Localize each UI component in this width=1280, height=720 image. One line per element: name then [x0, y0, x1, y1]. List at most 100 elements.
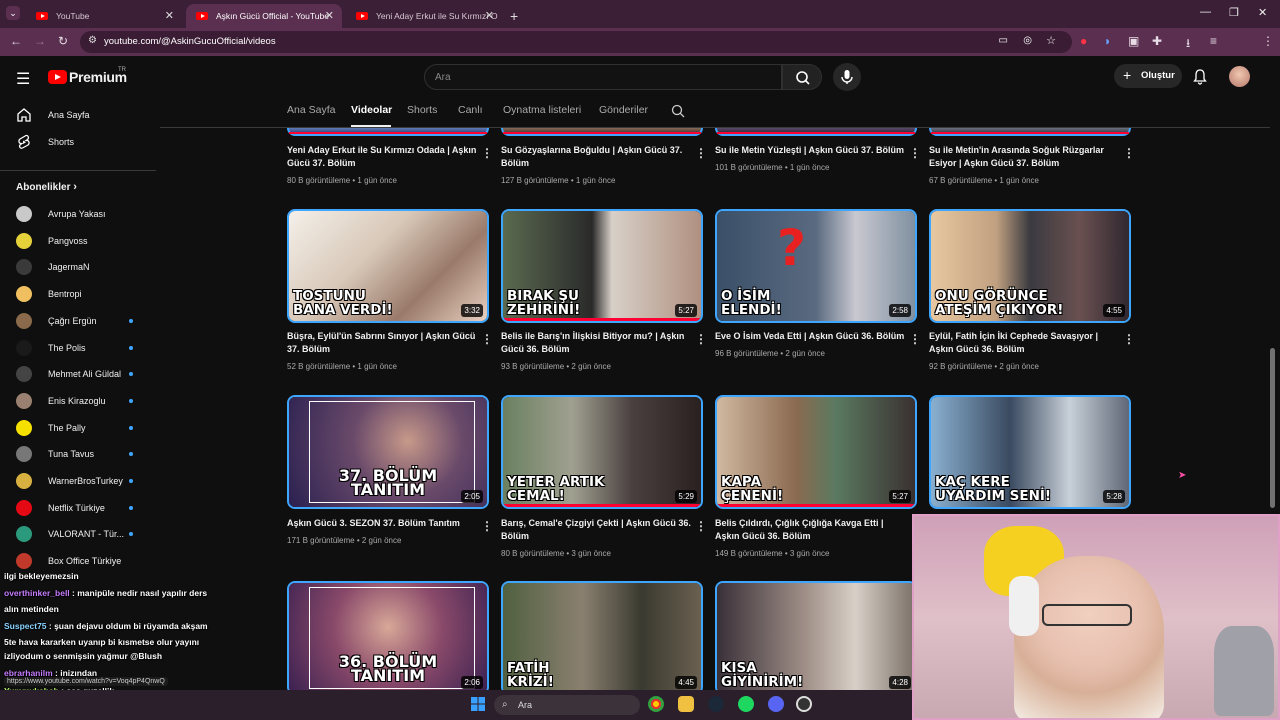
browser-tab-youtube[interactable]: YouTube ✕ [26, 4, 182, 28]
discord-icon[interactable] [768, 696, 784, 712]
search-input[interactable]: Ara [424, 64, 782, 90]
sidebar-item-subscription[interactable]: Box Office Türkiye [16, 552, 146, 572]
bookmark-star-icon[interactable]: ☆ [1046, 34, 1056, 47]
video-thumbnail[interactable]: YETER ARTIK CEMAL! 5:29 [501, 395, 703, 509]
youtube-logo-icon[interactable] [48, 70, 67, 84]
hamburger-menu-icon[interactable]: ☰ [16, 69, 30, 89]
video-thumbnail[interactable] [287, 128, 489, 136]
close-tab-icon[interactable]: ✕ [485, 9, 494, 22]
close-window-icon[interactable]: ✕ [1258, 6, 1267, 19]
video-more-icon[interactable]: ⋮ [695, 332, 707, 346]
sidebar-item-subscription[interactable]: VALORANT - Tür... [16, 525, 146, 545]
file-explorer-icon[interactable] [678, 696, 694, 712]
cast-icon[interactable]: ▭ [999, 35, 1008, 46]
video-more-icon[interactable]: ⋮ [1123, 146, 1135, 160]
account-avatar[interactable] [1229, 66, 1250, 87]
close-tab-icon[interactable]: ✕ [325, 9, 334, 22]
address-bar[interactable]: ⚙ youtube.com/@AskinGucuOfficial/videos … [80, 31, 1072, 53]
extensions-puzzle-icon[interactable]: ✚ [1152, 34, 1162, 48]
voice-search-button[interactable] [833, 63, 861, 91]
video-more-icon[interactable]: ⋮ [481, 146, 493, 160]
video-title[interactable]: Barış, Cemal'e Çizgiyi Çekti | Aşkın Güc… [501, 517, 691, 543]
spotify-icon[interactable] [738, 696, 754, 712]
tab-videos[interactable]: Videolar [351, 104, 392, 116]
channel-search-icon[interactable] [671, 104, 685, 118]
video-more-icon[interactable]: ⋮ [481, 519, 493, 533]
extension-red-icon[interactable]: ● [1080, 34, 1087, 48]
video-more-icon[interactable]: ⋮ [481, 332, 493, 346]
video-thumbnail[interactable]: BIRAK ŞU ZEHİRİNİ! 5:27 [501, 209, 703, 323]
site-info-icon[interactable]: ⚙ [88, 35, 97, 46]
video-thumbnail[interactable] [715, 128, 917, 136]
video-thumbnail[interactable]: KAPA ÇENENİ! 5:27 [715, 395, 917, 509]
video-title[interactable]: Yeni Aday Erkut ile Su Kırmızı Odada | A… [287, 144, 477, 170]
video-thumbnail[interactable]: TOSTUNU BANA VERDİ! 3:32 [287, 209, 489, 323]
video-thumbnail[interactable]: 36. BÖLÜM TANITIM 2:06 [287, 581, 489, 695]
close-tab-icon[interactable]: ✕ [165, 9, 174, 22]
video-thumbnail[interactable]: FATİH KRİZİ! 4:45 [501, 581, 703, 695]
maximize-icon[interactable]: ❐ [1229, 6, 1239, 19]
new-tab-icon[interactable]: + [510, 8, 518, 28]
sidebar-item-subscription[interactable]: Netflix Türkiye [16, 499, 146, 519]
notifications-bell-icon[interactable] [1192, 68, 1208, 85]
video-thumbnail[interactable]: ? O İSİM ELENDİ! 2:58 [715, 209, 917, 323]
video-thumbnail[interactable] [501, 128, 703, 136]
video-title[interactable]: Aşkın Gücü 3. SEZON 37. Bölüm Tanıtım [287, 517, 477, 530]
video-more-icon[interactable]: ⋮ [909, 146, 921, 160]
video-thumbnail[interactable]: ONU GÖRÜNCE ATEŞİM ÇIKIYOR! 4:55 [929, 209, 1131, 323]
sidebar-item-subscription[interactable]: The Pally [16, 419, 146, 439]
hide-icon[interactable]: ◎ [1023, 35, 1032, 46]
create-button[interactable]: + Oluştur [1114, 64, 1182, 88]
video-title[interactable]: Belis Çıldırdı, Çığlık Çığlığa Kavga Ett… [715, 517, 907, 543]
video-more-icon[interactable]: ⋮ [909, 332, 921, 346]
video-title[interactable]: Büşra, Eylül'ün Sabrını Sınıyor | Aşkın … [287, 330, 477, 356]
tab-home[interactable]: Ana Sayfa [287, 104, 335, 116]
browser-menu-icon[interactable]: ⋮ [1262, 34, 1274, 48]
tab-posts[interactable]: Gönderiler [599, 104, 648, 116]
tab-playlists[interactable]: Oynatma listeleri [503, 104, 581, 116]
sidebar-item-shorts[interactable]: Shorts [16, 133, 146, 153]
back-icon[interactable]: ← [10, 34, 22, 48]
steam-icon[interactable] [708, 696, 724, 712]
forward-icon[interactable]: → [34, 34, 46, 48]
video-more-icon[interactable]: ⋮ [695, 146, 707, 160]
sidebar-item-subscription[interactable]: Mehmet Ali Güldal [16, 365, 146, 385]
extension-icon[interactable]: ▣ [1128, 34, 1139, 48]
sidebar-item-subscription[interactable]: JagermaN [16, 258, 146, 278]
download-icon[interactable]: ⭳ [1186, 34, 1190, 55]
tab-search-icon[interactable]: ⌄ [6, 6, 20, 20]
sidebar-item-subscription[interactable]: Çağrı Ergün [16, 312, 146, 332]
browser-tab-askin-gucu[interactable]: Aşkın Gücü Official - YouTube ✕ [186, 4, 342, 28]
video-title[interactable]: Eylül, Fatih İçin İki Cephede Savaşıyor … [929, 330, 1119, 356]
tab-shorts[interactable]: Shorts [407, 104, 437, 116]
sidebar-item-home[interactable]: Ana Sayfa [16, 106, 146, 126]
sidebar-item-subscription[interactable]: The Polis [16, 339, 146, 359]
video-thumbnail[interactable]: 37. BÖLÜM TANITIM 2:05 [287, 395, 489, 509]
sidebar-item-subscription[interactable]: Tuna Tavus [16, 445, 146, 465]
search-button[interactable] [782, 64, 822, 90]
extension-audio-icon[interactable]: ◗ [1104, 34, 1111, 48]
windows-start-icon[interactable] [470, 696, 486, 712]
sidebar-item-subscription[interactable]: Enis Kirazoglu [16, 392, 146, 412]
minimize-icon[interactable]: — [1200, 6, 1211, 18]
sidebar-item-subscription[interactable]: WarnerBrosTurkey [16, 472, 146, 492]
browser-tab-yeni-aday[interactable]: Yeni Aday Erkut ile Su Kırmızı O ✕ [346, 4, 502, 28]
video-thumbnail[interactable]: KAÇ KERE UYARDIM SENİ! 5:28 [929, 395, 1131, 509]
tab-live[interactable]: Canlı [458, 104, 483, 116]
obs-icon[interactable] [796, 696, 812, 712]
sidebar-item-subscription[interactable]: Pangvoss [16, 232, 146, 252]
video-thumbnail[interactable] [929, 128, 1131, 136]
sidebar-item-subscription[interactable]: Avrupa Yakası [16, 205, 146, 225]
video-more-icon[interactable]: ⋮ [1123, 332, 1135, 346]
page-scrollbar[interactable] [1270, 348, 1275, 508]
media-control-icon[interactable]: ≡ [1210, 34, 1217, 48]
subscriptions-heading[interactable]: Abonelikler › [16, 181, 77, 193]
chrome-icon[interactable] [648, 696, 664, 712]
taskbar-search[interactable]: ⌕ Ara [494, 695, 640, 715]
video-title[interactable]: Su Gözyaşlarına Boğuldu | Aşkın Gücü 37.… [501, 144, 691, 170]
video-more-icon[interactable]: ⋮ [695, 519, 707, 533]
video-title[interactable]: Belis ile Barış'ın İlişkisi Bitiyor mu? … [501, 330, 691, 356]
video-title[interactable]: Eve O İsim Veda Etti | Aşkın Gücü 36. Bö… [715, 330, 907, 343]
video-thumbnail[interactable]: KISA GİYİNİRİM! 4:28 [715, 581, 917, 695]
video-title[interactable]: Su ile Metin'in Arasında Soğuk Rüzgarlar… [929, 144, 1119, 170]
